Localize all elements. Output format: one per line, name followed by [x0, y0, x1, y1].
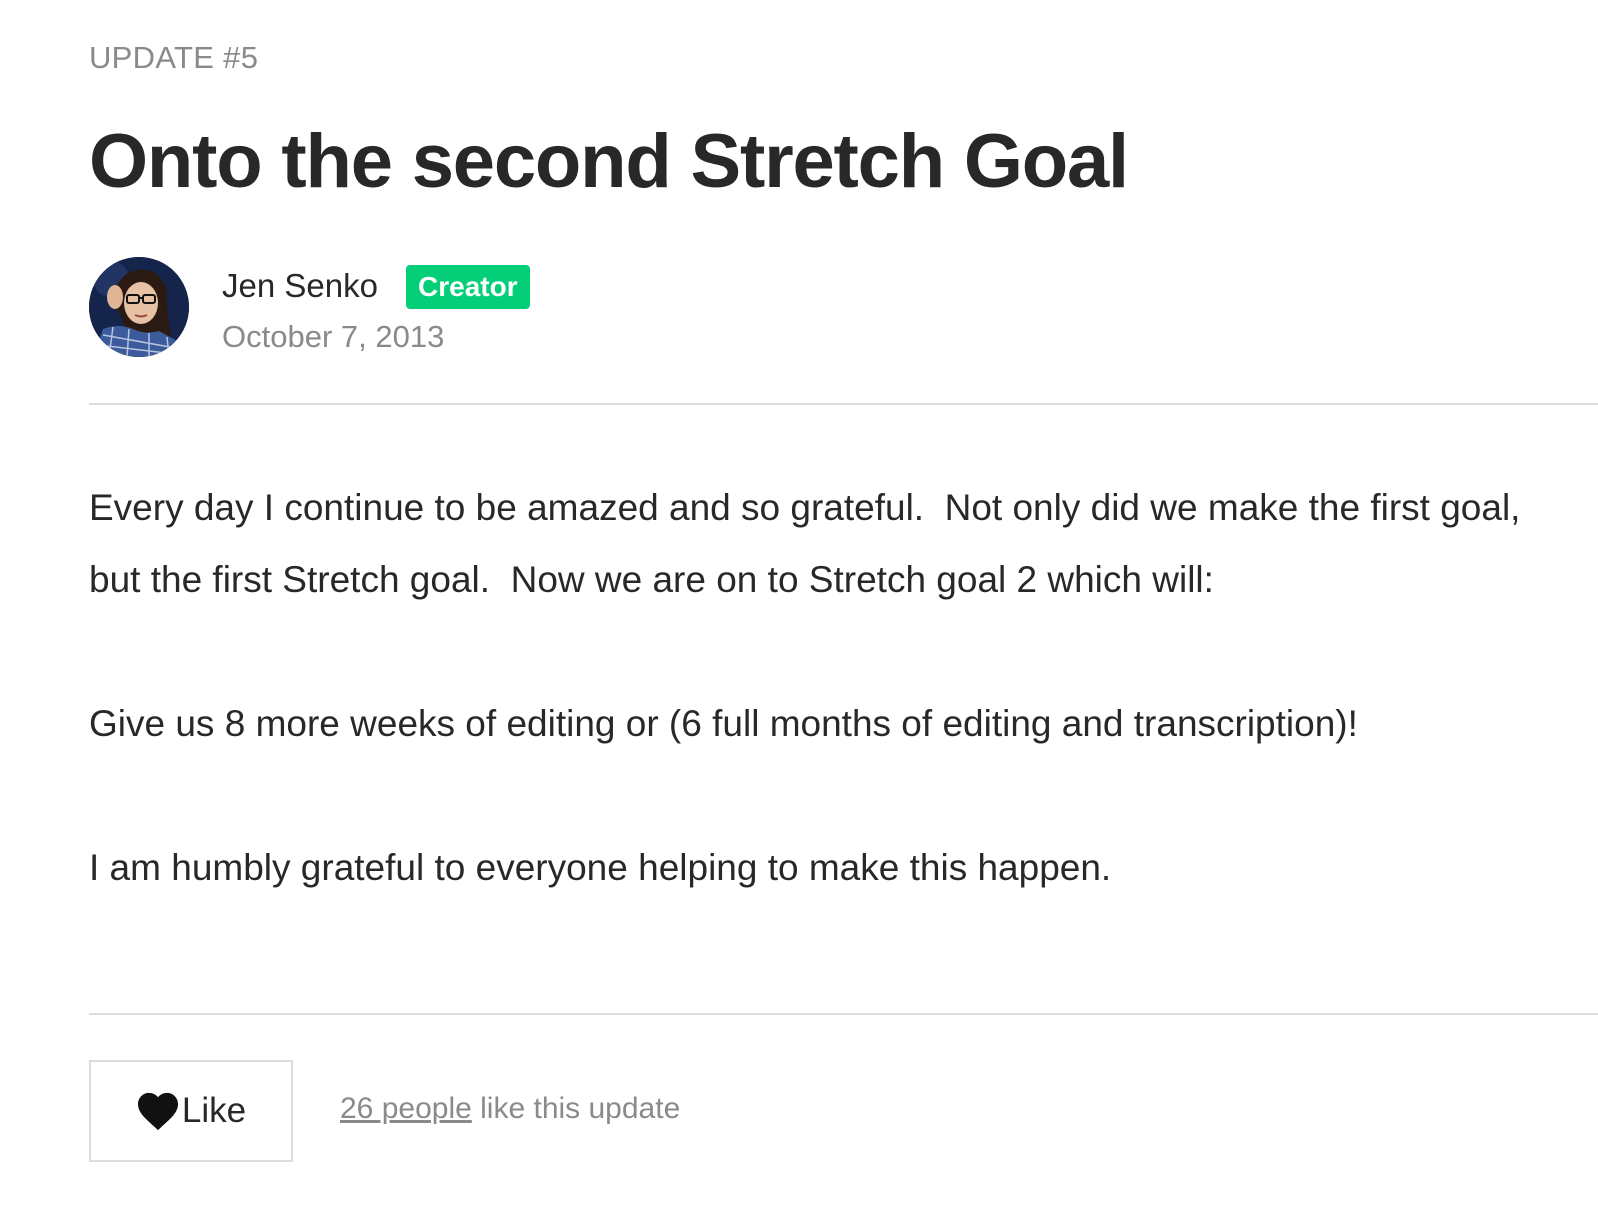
body-paragraph: Every day I continue to be amazed and so… — [89, 487, 1531, 600]
update-title: Onto the second Stretch Goal — [89, 119, 1129, 204]
like-button-label: Like — [181, 1091, 247, 1130]
body-paragraph: I am humbly grateful to everyone helping… — [89, 847, 1112, 888]
author-name[interactable]: Jen Senko — [222, 267, 378, 305]
footer-divider — [89, 1013, 1598, 1015]
update-body: Every day I continue to be amazed and so… — [89, 472, 1569, 976]
update-number-label: UPDATE #5 — [89, 40, 259, 75]
likes-count-link[interactable]: 26 people — [340, 1092, 472, 1125]
header-divider — [89, 403, 1598, 405]
like-button[interactable]: Like — [89, 1060, 293, 1162]
body-paragraph: Give us 8 more weeks of editing or (6 fu… — [89, 703, 1358, 744]
likes-count-suffix: like this update — [471, 1092, 681, 1125]
heart-icon — [136, 1091, 180, 1131]
author-avatar[interactable] — [89, 257, 189, 357]
creator-badge: Creator — [406, 265, 530, 309]
likes-summary: 26 people like this update — [340, 1092, 680, 1126]
update-date: October 7, 2013 — [222, 319, 445, 354]
avatar-photo-icon — [89, 257, 189, 357]
update-page: UPDATE #5 Onto the second Stretch Goal J… — [89, 0, 1598, 1206]
